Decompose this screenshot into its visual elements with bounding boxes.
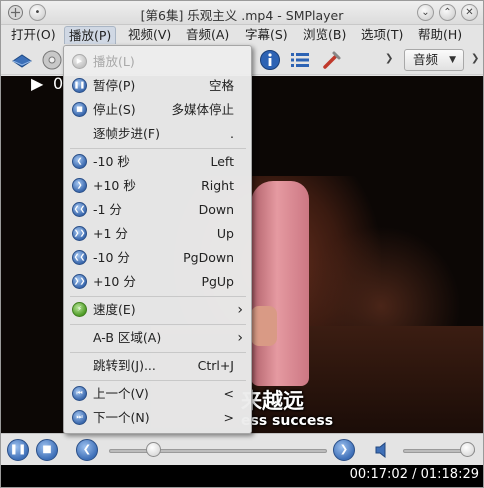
forward-icon: ❯ xyxy=(72,178,87,193)
menu-play[interactable]: 播放(P) xyxy=(64,26,117,44)
toolbar-overflow-icon[interactable]: ❯ xyxy=(385,53,393,64)
rewind-fastest-icon: ❮❮ xyxy=(72,250,87,265)
menu-browse[interactable]: 浏览(B) xyxy=(299,26,350,44)
menu-item-forward-1m[interactable]: ❯❯ +1 分 Up xyxy=(66,223,250,245)
menu-separator xyxy=(70,148,246,149)
subtitle-line-2: ess success xyxy=(241,413,334,429)
chevron-down-icon: ▼ xyxy=(449,55,456,65)
menu-item-back-1m[interactable]: ❮❮ -1 分 Down xyxy=(66,199,250,221)
open-disc-icon[interactable] xyxy=(41,49,63,71)
menu-item-forward-10m[interactable]: ❯❯ +10 分 PgUp xyxy=(66,271,250,293)
osd-text: 0 xyxy=(53,76,64,93)
menu-video[interactable]: 视频(V) xyxy=(124,26,175,44)
next-icon: ⏭ xyxy=(72,410,87,425)
preferences-icon[interactable] xyxy=(321,49,343,71)
close-button[interactable]: ✕ xyxy=(461,4,478,21)
submenu-arrow-icon: › xyxy=(237,302,243,318)
menu-audio[interactable]: 音频(A) xyxy=(182,26,233,44)
pause-icon: ❚❚ xyxy=(72,78,87,93)
menu-separator xyxy=(70,296,246,297)
forward-fast-icon: ❯❯ xyxy=(72,226,87,241)
menu-separator xyxy=(70,380,246,381)
playlist-icon[interactable] xyxy=(289,49,311,71)
time-display: 00:17:02 / 01:18:29 xyxy=(349,467,479,482)
minimize-button[interactable]: ⌄ xyxy=(417,4,434,21)
menu-open[interactable]: 打开(O) xyxy=(7,26,60,44)
previous-icon: ⏮ xyxy=(72,386,87,401)
stop-icon: ■ xyxy=(72,102,87,117)
menu-item-back-10s[interactable]: ❮ -10 秒 Left xyxy=(66,151,250,173)
volume-icon[interactable] xyxy=(373,440,393,460)
volume-slider-handle[interactable] xyxy=(460,442,475,457)
control-bar: ❚❚ ■ ❮ ❯ xyxy=(1,433,483,465)
status-bar: 00:17:02 / 01:18:29 xyxy=(1,465,483,487)
play-icon: ▶ xyxy=(72,54,87,69)
menu-separator xyxy=(70,352,246,353)
menu-item-previous[interactable]: ⏮ 上一个(V) < xyxy=(66,383,250,405)
audio-track-select[interactable]: 音频 ▼ xyxy=(404,49,464,71)
menu-item-play[interactable]: ▶ 播放(L) xyxy=(66,51,250,73)
osd-play-icon: ▶ xyxy=(31,76,44,93)
menu-item-stop[interactable]: ■ 停止(S) 多媒体停止 xyxy=(66,99,250,121)
rewind-button[interactable]: ❮ xyxy=(76,439,98,461)
menu-options[interactable]: 选项(T) xyxy=(357,26,407,44)
menu-bar: 打开(O) 播放(P) 视频(V) 音频(A) 字幕(S) 浏览(B) 选项(T… xyxy=(1,25,483,45)
menu-item-ab-section[interactable]: A-B 区域(A) › xyxy=(66,327,250,349)
maximize-button[interactable]: ⌃ xyxy=(439,4,456,21)
rewind-icon: ❮ xyxy=(72,154,87,169)
menu-item-frame-step[interactable]: 逐帧步进(F) . xyxy=(66,123,250,145)
open-file-icon[interactable] xyxy=(11,49,33,71)
forward-button[interactable]: ❯ xyxy=(333,439,355,461)
menu-item-back-10m[interactable]: ❮❮ -10 分 PgDown xyxy=(66,247,250,269)
menu-item-jump-to[interactable]: 跳转到(J)... Ctrl+J xyxy=(66,355,250,377)
rewind-fast-icon: ❮❮ xyxy=(72,202,87,217)
seek-slider[interactable] xyxy=(109,449,327,453)
menu-help[interactable]: 帮助(H) xyxy=(414,26,466,44)
menu-separator xyxy=(70,324,246,325)
submenu-arrow-icon: › xyxy=(237,330,243,346)
speed-icon: ⚡ xyxy=(72,302,87,317)
menu-item-forward-10s[interactable]: ❯ +10 秒 Right xyxy=(66,175,250,197)
seek-slider-handle[interactable] xyxy=(145,442,161,457)
audio-track-label: 音频 xyxy=(413,52,439,67)
menu-item-pause[interactable]: ❚❚ 暂停(P) 空格 xyxy=(66,75,250,97)
menu-item-next[interactable]: ⏭ 下一个(N) > xyxy=(66,407,250,429)
window-title: [第6集] 乐观主义 .mp4 - SMPlayer xyxy=(140,8,344,23)
info-icon[interactable] xyxy=(259,49,281,71)
smplayer-window: • [第6集] 乐观主义 .mp4 - SMPlayer ⌄ ⌃ ✕ 打开(O)… xyxy=(0,0,484,488)
menu-subtitles[interactable]: 字幕(S) xyxy=(241,26,292,44)
play-pause-button[interactable]: ❚❚ xyxy=(7,439,29,461)
play-menu-popup: ▶ 播放(L) ❚❚ 暂停(P) 空格 ■ 停止(S) 多媒体停止 逐帧步进(F… xyxy=(63,45,252,434)
menu-item-speed[interactable]: ⚡ 速度(E) › xyxy=(66,299,250,321)
stop-button[interactable]: ■ xyxy=(36,439,58,461)
speaker-figure xyxy=(251,181,309,386)
toolbar-overflow-icon-2[interactable]: ❯ xyxy=(471,53,479,64)
forward-fastest-icon: ❯❯ xyxy=(72,274,87,289)
title-bar: • [第6集] 乐观主义 .mp4 - SMPlayer ⌄ ⌃ ✕ xyxy=(1,1,483,25)
speaker-hand xyxy=(251,306,277,346)
